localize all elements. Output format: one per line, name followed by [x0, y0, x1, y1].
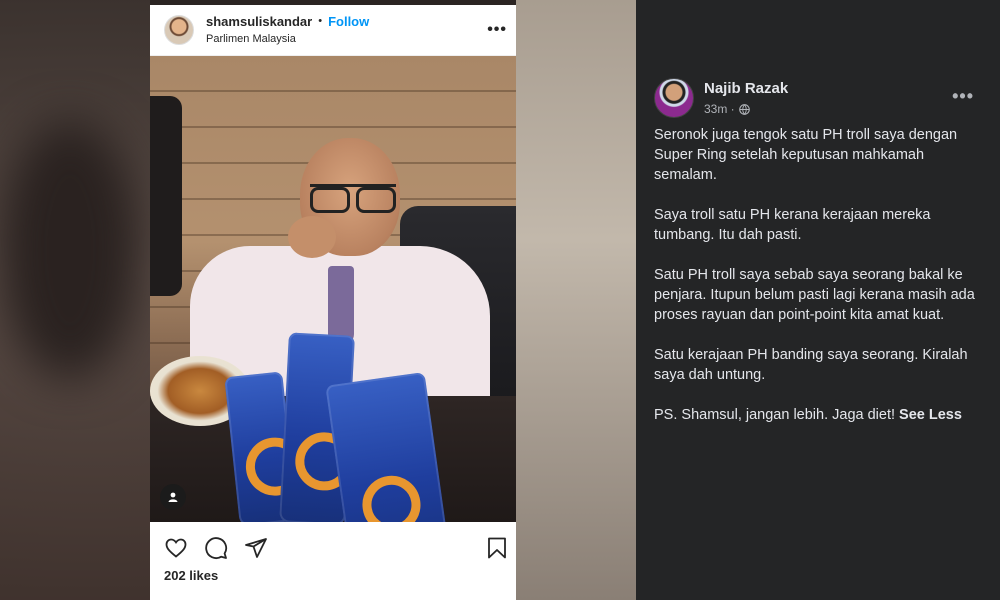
- background-blur-dark: [0, 120, 140, 380]
- photo-coat: [150, 96, 182, 296]
- post-paragraph: Satu kerajaan PH banding saya seorang. K…: [654, 347, 968, 383]
- user-tag-icon[interactable]: [160, 484, 186, 510]
- instagram-post: shamsuliskandar • Follow Parlimen Malays…: [150, 5, 519, 600]
- instagram-meta: shamsuliskandar • Follow Parlimen Malays…: [206, 14, 369, 46]
- background-blur-light: [520, 40, 630, 220]
- post-paragraph: Saya troll satu PH kerana kerajaan merek…: [654, 207, 931, 243]
- blurred-background: shamsuliskandar • Follow Parlimen Malays…: [0, 0, 636, 600]
- more-horizontal-icon[interactable]: •••: [487, 21, 507, 39]
- instagram-post-header: shamsuliskandar • Follow Parlimen Malays…: [150, 5, 519, 56]
- post-paragraph: Seronok juga tengok satu PH troll saya d…: [654, 127, 958, 183]
- post-paragraph: Satu PH troll saya sebab saya seorang ba…: [654, 267, 975, 323]
- instagram-avatar[interactable]: [164, 15, 194, 45]
- facebook-timestamp[interactable]: 33m ·: [704, 102, 735, 116]
- heart-icon[interactable]: [164, 536, 188, 560]
- share-icon[interactable]: [244, 536, 268, 560]
- facebook-post: Najib Razak 33m · ••• Seronok juga tengo…: [636, 0, 1000, 600]
- facebook-post-body: Seronok juga tengok satu PH troll saya d…: [654, 125, 980, 445]
- instagram-actions: [150, 522, 519, 574]
- post-paragraph-text: PS. Shamsul, jangan lebih. Jaga diet!: [654, 407, 896, 423]
- post-paragraph-last: PS. Shamsul, jangan lebih. Jaga diet! Se…: [654, 405, 980, 425]
- facebook-post-header: Najib Razak 33m ·: [654, 78, 788, 118]
- follow-button[interactable]: Follow: [328, 14, 369, 30]
- instagram-username[interactable]: shamsuliskandar: [206, 14, 312, 30]
- facebook-avatar[interactable]: [654, 78, 694, 118]
- instagram-user-line: shamsuliskandar • Follow: [206, 14, 369, 30]
- comment-icon[interactable]: [204, 536, 228, 560]
- more-horizontal-icon[interactable]: •••: [952, 86, 974, 107]
- see-less-link[interactable]: See Less: [899, 407, 962, 423]
- instagram-photo[interactable]: [150, 56, 519, 522]
- bookmark-icon[interactable]: [485, 536, 509, 560]
- separator-dot: •: [318, 15, 323, 28]
- photo-glasses: [310, 184, 396, 213]
- facebook-timestamp-line: 33m ·: [704, 102, 788, 116]
- photo-hand: [288, 216, 336, 258]
- facebook-author-name[interactable]: Najib Razak: [704, 80, 788, 97]
- instagram-location[interactable]: Parlimen Malaysia: [206, 33, 369, 46]
- facebook-author-block: Najib Razak 33m ·: [704, 80, 788, 116]
- globe-icon: [738, 103, 750, 115]
